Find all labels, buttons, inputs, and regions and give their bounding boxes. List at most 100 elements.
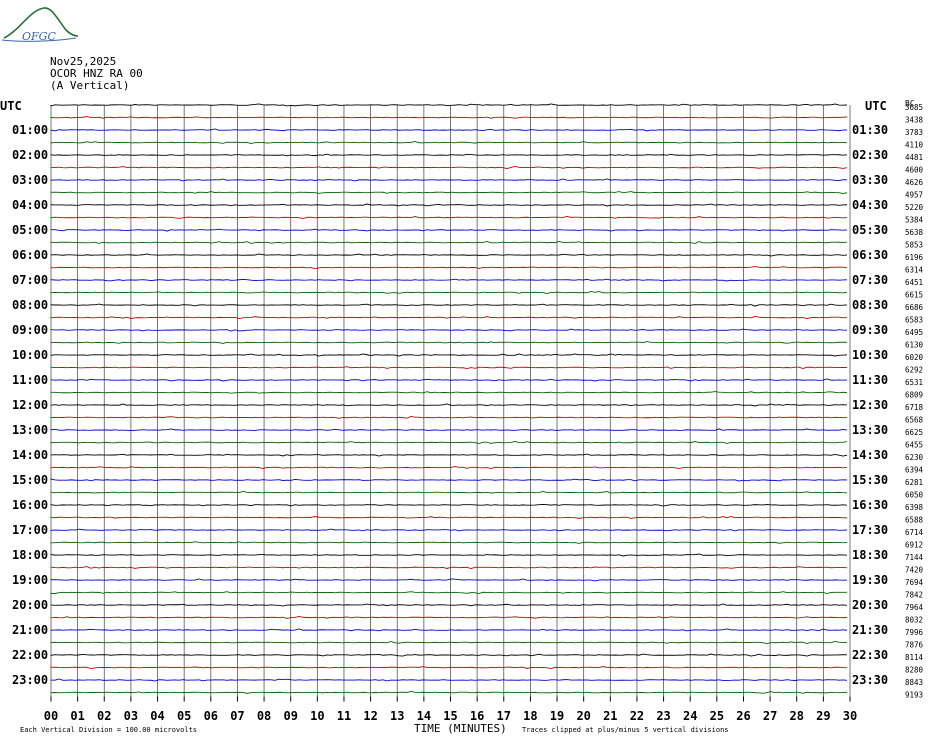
trace-line xyxy=(50,453,848,457)
right-count-label: 4110 xyxy=(905,141,924,150)
trace-line xyxy=(50,228,848,232)
right-count-label: 5638 xyxy=(905,228,924,237)
right-count-label: 7996 xyxy=(905,628,924,637)
right-count-label: 3783 xyxy=(905,128,923,137)
right-count-label: 6451 xyxy=(905,278,923,287)
trace-line xyxy=(50,353,848,357)
right-hour-label: 19:30 xyxy=(852,573,888,587)
trace-line xyxy=(50,315,848,320)
left-hour-label: 10:00 xyxy=(12,348,48,362)
right-hour-label: 21:30 xyxy=(852,623,888,637)
right-hour-label: 05:30 xyxy=(852,223,888,237)
left-hour-label: 03:00 xyxy=(12,173,48,187)
left-hour-label: 11:00 xyxy=(12,373,48,387)
trace-line xyxy=(50,128,848,132)
trace-line xyxy=(50,303,848,307)
trace-line xyxy=(50,615,848,619)
x-tick-label: 13 xyxy=(390,709,404,723)
trace-line xyxy=(50,666,848,670)
trace-line xyxy=(50,116,848,119)
left-hour-label: 02:00 xyxy=(12,148,48,162)
right-count-label: 5220 xyxy=(905,203,924,212)
right-count-label: 6583 xyxy=(905,316,923,325)
right-hour-label: 11:30 xyxy=(852,373,888,387)
right-count-label: 7876 xyxy=(905,641,924,650)
traces xyxy=(50,103,848,694)
x-tick-label: 17 xyxy=(497,709,511,723)
x-tick-label: 22 xyxy=(630,709,644,723)
trace-line xyxy=(50,628,848,632)
trace-line xyxy=(50,140,848,144)
trace-line xyxy=(50,578,848,582)
right-count-label: 6588 xyxy=(905,516,924,525)
x-tick-label: 28 xyxy=(790,709,804,723)
right-count-label: 4600 xyxy=(905,166,924,175)
left-hour-label: 18:00 xyxy=(12,548,48,562)
trace-line xyxy=(50,491,848,494)
seismogram-plot: UTC UTC BC TIME (MINUTES) Each Vertical … xyxy=(0,99,924,735)
right-hour-label: 13:30 xyxy=(852,423,888,437)
left-hour-label: 22:00 xyxy=(12,648,48,662)
x-tick-label: 16 xyxy=(470,709,484,723)
trace-line xyxy=(50,528,848,532)
right-count-label: 6912 xyxy=(905,541,923,550)
right-count-label: 8843 xyxy=(905,678,923,687)
x-tick-label: 06 xyxy=(204,709,218,723)
trace-line xyxy=(50,553,848,557)
left-hour-label: 07:00 xyxy=(12,273,48,287)
right-hour-label: 04:30 xyxy=(852,198,888,212)
trace-line xyxy=(50,653,848,657)
x-tick-label: 05 xyxy=(177,709,191,723)
right-count-label: 5384 xyxy=(905,216,924,225)
x-tick-label: 02 xyxy=(97,709,111,723)
left-hour-label: 06:00 xyxy=(12,248,48,262)
trace-line xyxy=(50,165,848,170)
trace-line xyxy=(50,566,848,570)
right-count-label: 7144 xyxy=(905,553,924,562)
left-hour-label: 13:00 xyxy=(12,423,48,437)
x-tick-label: 27 xyxy=(763,709,777,723)
x-tick-label: 24 xyxy=(683,709,697,723)
right-hour-label: 18:30 xyxy=(852,548,888,562)
right-count-label: 8032 xyxy=(905,616,923,625)
right-axis-label: UTC xyxy=(865,99,887,113)
left-hour-label: 01:00 xyxy=(12,123,48,137)
left-hour-label: 21:00 xyxy=(12,623,48,637)
left-hour-label: 19:00 xyxy=(12,573,48,587)
left-hour-label: 14:00 xyxy=(12,448,48,462)
trace-line xyxy=(50,341,848,344)
right-count-label: 6281 xyxy=(905,478,923,487)
x-tick-label: 09 xyxy=(283,709,297,723)
trace-line xyxy=(50,253,848,257)
right-hour-label: 01:30 xyxy=(852,123,888,137)
trace-line xyxy=(50,215,848,219)
right-hour-label: 03:30 xyxy=(852,173,888,187)
right-count-label: 6686 xyxy=(905,303,924,312)
trace-line xyxy=(50,541,848,544)
left-hour-label: 23:00 xyxy=(12,673,48,687)
trace-line xyxy=(50,415,848,419)
right-count-label: 9193 xyxy=(905,691,923,700)
trace-line xyxy=(50,328,848,332)
x-tick-label: 00 xyxy=(44,709,58,723)
right-count-label: 6809 xyxy=(905,391,923,400)
trace-line xyxy=(50,640,848,645)
right-count-label: 6230 xyxy=(905,453,924,462)
right-count-label: 6718 xyxy=(905,403,924,412)
right-hour-label: 16:30 xyxy=(852,498,888,512)
left-axis-label: UTC xyxy=(0,99,22,113)
right-count-label: 6568 xyxy=(905,416,924,425)
x-tick-label: 19 xyxy=(550,709,564,723)
right-hour-label: 12:30 xyxy=(852,398,888,412)
left-hour-label: 04:00 xyxy=(12,198,48,212)
x-tick-label: 10 xyxy=(310,709,324,723)
trace-line xyxy=(50,391,848,394)
right-count-label: 6130 xyxy=(905,341,924,350)
right-count-label: 3438 xyxy=(905,116,924,125)
right-hour-label: 06:30 xyxy=(852,248,888,262)
left-hour-label: 16:00 xyxy=(12,498,48,512)
right-count-label: 6292 xyxy=(905,366,923,375)
x-axis-label: TIME (MINUTES) xyxy=(414,722,507,735)
right-count-label: 4957 xyxy=(905,191,923,200)
x-tick-label: 03 xyxy=(124,709,138,723)
